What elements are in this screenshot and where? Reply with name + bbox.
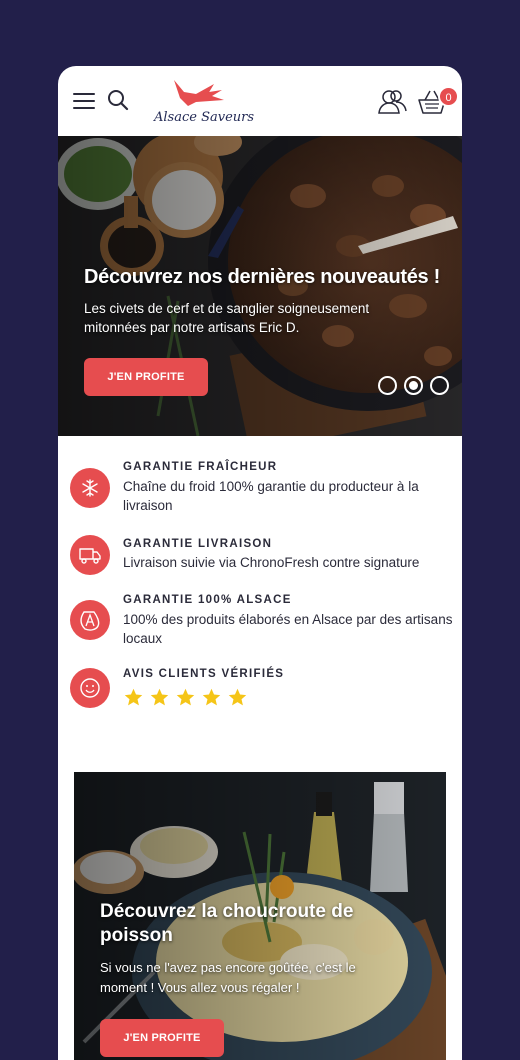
carousel-dot[interactable] bbox=[378, 376, 397, 395]
star-icon bbox=[150, 688, 169, 706]
search-icon[interactable] bbox=[106, 88, 130, 112]
carousel-dot-active[interactable] bbox=[404, 376, 423, 395]
hero-subtitle: Les civets de cerf et de sanglier soigne… bbox=[84, 301, 370, 335]
account-icon[interactable] bbox=[376, 86, 408, 116]
star-icon bbox=[202, 688, 221, 706]
carousel-dot[interactable] bbox=[430, 376, 449, 395]
star-icon bbox=[124, 688, 143, 706]
guarantee-text: Chaîne du froid 100% garantie du product… bbox=[123, 479, 419, 513]
site-header: Alsace Saveurs 0 bbox=[58, 66, 462, 136]
star-icon bbox=[176, 688, 195, 706]
stork-icon bbox=[174, 80, 224, 106]
mobile-frame: Alsace Saveurs 0 Découvrez nos dernières… bbox=[58, 66, 462, 1060]
star-rating bbox=[123, 687, 253, 709]
guarantee-title: GARANTIE 100% ALSACE bbox=[123, 594, 292, 606]
guarantee-text: 100% des produits élaborés en Alsace par… bbox=[123, 612, 453, 646]
hero-banner: Découvrez nos dernières nouveautés ! Les… bbox=[58, 136, 462, 436]
promo-card[interactable]: Découvrez la choucroute de poisson Si vo… bbox=[74, 772, 446, 1060]
cart-count-badge: 0 bbox=[438, 86, 459, 107]
guarantee-title: GARANTIE LIVRAISON bbox=[123, 538, 273, 550]
star-icon bbox=[228, 688, 247, 706]
guarantee-title: AVIS CLIENTS VÉRIFIÉS bbox=[123, 668, 285, 680]
promo-subtitle: Si vous ne l'avez pas encore goûtée, c'e… bbox=[100, 960, 356, 995]
promo-title: Découvrez la choucroute de poisson bbox=[100, 901, 354, 946]
brand-logo[interactable]: Alsace Saveurs bbox=[150, 76, 254, 128]
guarantee-title: GARANTIE FRAÎCHEUR bbox=[123, 461, 278, 473]
alsace-icon bbox=[70, 600, 110, 640]
guarantee-text: Livraison suivie via ChronoFresh contre … bbox=[123, 555, 420, 570]
promo-cta-button[interactable]: J'EN PROFITE bbox=[100, 1019, 224, 1057]
menu-icon[interactable] bbox=[73, 93, 95, 110]
hero-cta-button[interactable]: J'EN PROFITE bbox=[84, 358, 208, 396]
truck-icon bbox=[70, 535, 110, 575]
brand-name: Alsace Saveurs bbox=[154, 110, 255, 125]
smiley-icon bbox=[70, 668, 110, 708]
snowflake-icon bbox=[70, 468, 110, 508]
hero-title: Découvrez nos dernières nouveautés ! bbox=[84, 266, 440, 288]
